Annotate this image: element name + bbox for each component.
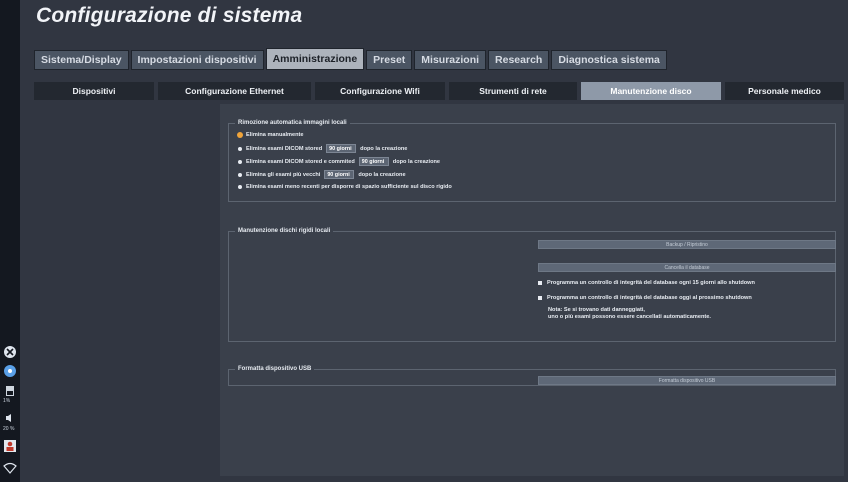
check-15-days-label: Programma un controllo di integrità del … — [547, 280, 755, 286]
radio-stored-label: Elimina esami DICOM stored — [246, 145, 323, 152]
storage-icon — [2, 383, 18, 399]
radio-oldest-label: Elimina gli esami più vecchi — [246, 171, 321, 178]
left-sidebar: 1% 20 % — [0, 0, 20, 482]
subtab-configurazione-ethernet[interactable]: Configurazione Ethernet — [158, 82, 311, 100]
note-line-1: Nota: Se si trovano dati danneggiati, — [548, 307, 645, 313]
main-area: Configurazione di sistema Sistema/Displa… — [20, 0, 848, 482]
close-circle-icon[interactable] — [2, 344, 18, 360]
radio-space[interactable]: Elimina esami meno recenti per disporre … — [238, 184, 452, 190]
disk-maintenance-legend: Manutenzione dischi rigidi locali — [238, 228, 331, 234]
tab-sistema-display[interactable]: Sistema/Display — [34, 50, 129, 70]
check-15-days[interactable]: Programma un controllo di integrità del … — [538, 280, 755, 286]
note-line-2: uno o più esami possono essere cancellat… — [548, 314, 711, 320]
radio-icon — [238, 172, 242, 177]
subtab-dispositivi[interactable]: Dispositivi — [34, 82, 154, 100]
committed-days-dropdown[interactable]: 90 giorni — [358, 157, 389, 166]
backup-restore-button[interactable]: Backup / Ripristino — [538, 240, 836, 249]
radio-icon — [238, 159, 242, 164]
radio-committed[interactable]: Elimina esami DICOM stored e commited 90… — [238, 157, 440, 166]
check-today[interactable]: Programma un controllo di integrità del … — [538, 295, 752, 301]
radio-stored-suffix: dopo la creazione — [360, 145, 408, 152]
subtab-personale-medico[interactable]: Personale medico — [725, 82, 844, 100]
clear-database-button[interactable]: Cancella il database — [538, 263, 836, 272]
auto-removal-legend: Rimozione automatica immagini locali — [238, 120, 347, 126]
tab-misurazioni[interactable]: Misurazioni — [414, 50, 487, 70]
radio-committed-label: Elimina esami DICOM stored e commited — [246, 158, 355, 165]
tab-bar: Sistema/Display Impostazioni dispositivi… — [34, 48, 667, 70]
format-usb-button[interactable]: Formatta dispositivo USB — [538, 376, 836, 385]
storage-percent: 1% — [3, 398, 11, 404]
speaker-icon[interactable] — [2, 410, 18, 426]
tab-diagnostica-sistema[interactable]: Diagnostica sistema — [551, 50, 667, 70]
page-title: Configurazione di sistema — [36, 4, 303, 27]
network-icon[interactable] — [2, 363, 18, 379]
radio-oldest-suffix: dopo la creazione — [358, 171, 406, 178]
subtab-strumenti-di-rete[interactable]: Strumenti di rete — [449, 82, 577, 100]
radio-manual-label: Elimina manualmente — [246, 132, 304, 138]
radio-committed-suffix: dopo la creazione — [392, 158, 441, 165]
tab-preset[interactable]: Preset — [366, 50, 413, 70]
usb-format-legend: Formatta dispositivo USB — [238, 366, 312, 372]
stored-days-dropdown[interactable]: 90 giorni — [326, 144, 357, 153]
subtab-bar: Dispositivi Configurazione Ethernet Conf… — [34, 82, 844, 100]
wireless-icon[interactable] — [2, 460, 18, 476]
radio-oldest[interactable]: Elimina gli esami più vecchi 90 giorni d… — [238, 170, 406, 179]
subtab-manutenzione-disco[interactable]: Manutenzione disco — [581, 82, 721, 100]
checkbox-icon — [538, 296, 542, 300]
tab-research[interactable]: Research — [488, 50, 550, 70]
radio-icon — [238, 185, 242, 189]
radio-icon — [238, 146, 242, 151]
volume-percent: 20 % — [3, 426, 15, 432]
check-today-label: Programma un controllo di integrità del … — [547, 295, 752, 301]
radio-space-label: Elimina esami meno recenti per disporre … — [246, 184, 452, 190]
radio-manual[interactable]: Elimina manualmente — [238, 132, 304, 138]
tab-amministrazione[interactable]: Amministrazione — [265, 48, 365, 70]
radio-selected-icon — [238, 133, 242, 137]
content-panel: Rimozione automatica immagini locali Eli… — [220, 104, 844, 476]
user-icon[interactable] — [2, 438, 18, 454]
radio-stored[interactable]: Elimina esami DICOM stored 90 giorni dop… — [238, 144, 407, 153]
checkbox-icon — [538, 281, 542, 285]
tab-impostazioni-dispositivi[interactable]: Impostazioni dispositivi — [130, 50, 264, 70]
subtab-configurazione-wifi[interactable]: Configurazione Wifi — [315, 82, 445, 100]
oldest-days-dropdown[interactable]: 90 giorni — [324, 170, 355, 179]
